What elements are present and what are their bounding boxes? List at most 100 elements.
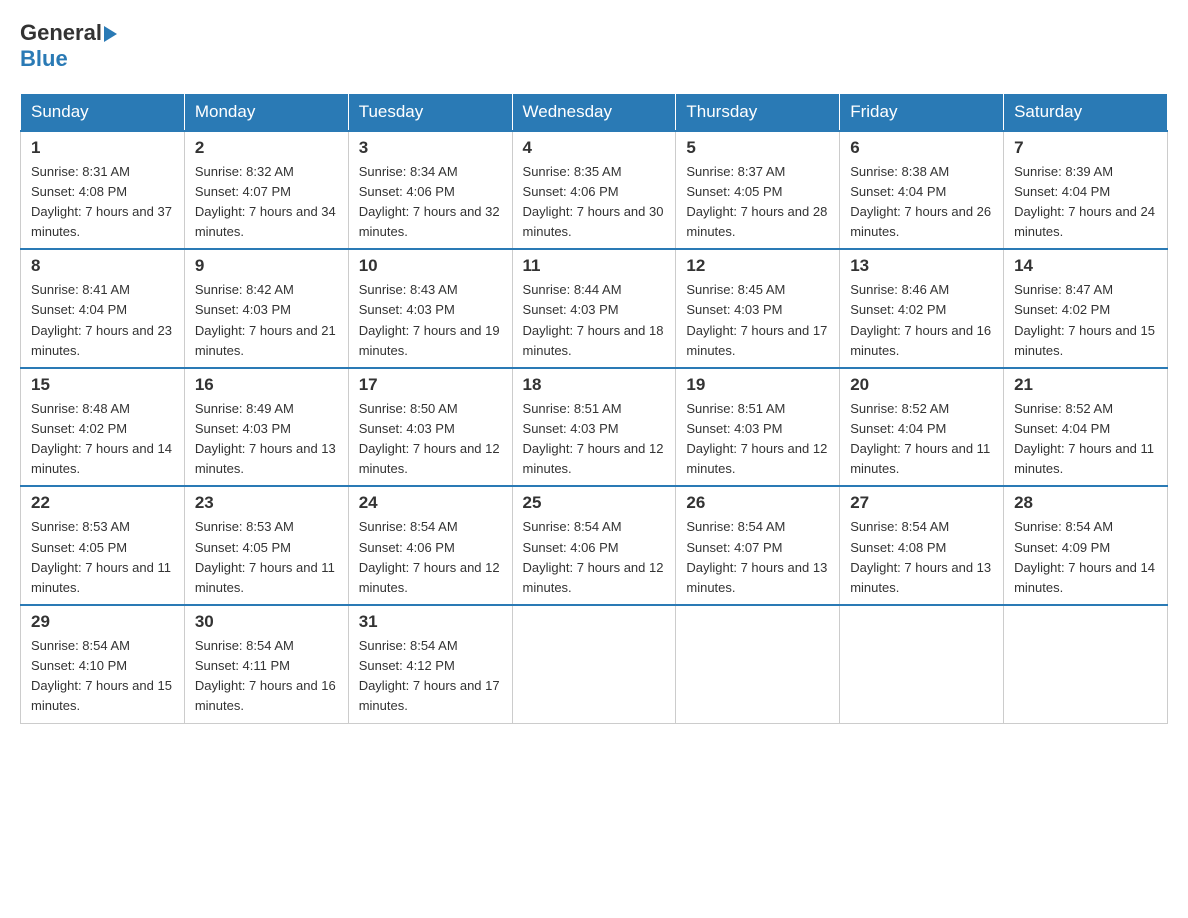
calendar-cell: 8 Sunrise: 8:41 AM Sunset: 4:04 PM Dayli… <box>21 249 185 368</box>
day-number: 7 <box>1014 138 1157 158</box>
calendar-cell: 26 Sunrise: 8:54 AM Sunset: 4:07 PM Dayl… <box>676 486 840 605</box>
calendar-cell: 15 Sunrise: 8:48 AM Sunset: 4:02 PM Dayl… <box>21 368 185 487</box>
day-number: 28 <box>1014 493 1157 513</box>
day-info: Sunrise: 8:49 AM Sunset: 4:03 PM Dayligh… <box>195 399 338 480</box>
calendar-cell: 14 Sunrise: 8:47 AM Sunset: 4:02 PM Dayl… <box>1004 249 1168 368</box>
day-info: Sunrise: 8:50 AM Sunset: 4:03 PM Dayligh… <box>359 399 502 480</box>
day-number: 25 <box>523 493 666 513</box>
day-info: Sunrise: 8:53 AM Sunset: 4:05 PM Dayligh… <box>31 517 174 598</box>
day-number: 30 <box>195 612 338 632</box>
day-number: 11 <box>523 256 666 276</box>
day-info: Sunrise: 8:38 AM Sunset: 4:04 PM Dayligh… <box>850 162 993 243</box>
calendar-cell <box>676 605 840 723</box>
day-info: Sunrise: 8:39 AM Sunset: 4:04 PM Dayligh… <box>1014 162 1157 243</box>
calendar-cell: 25 Sunrise: 8:54 AM Sunset: 4:06 PM Dayl… <box>512 486 676 605</box>
weekday-header-tuesday: Tuesday <box>348 93 512 131</box>
calendar-cell: 22 Sunrise: 8:53 AM Sunset: 4:05 PM Dayl… <box>21 486 185 605</box>
calendar-cell: 1 Sunrise: 8:31 AM Sunset: 4:08 PM Dayli… <box>21 131 185 250</box>
day-info: Sunrise: 8:31 AM Sunset: 4:08 PM Dayligh… <box>31 162 174 243</box>
calendar-cell: 30 Sunrise: 8:54 AM Sunset: 4:11 PM Dayl… <box>184 605 348 723</box>
day-number: 24 <box>359 493 502 513</box>
day-info: Sunrise: 8:35 AM Sunset: 4:06 PM Dayligh… <box>523 162 666 243</box>
logo-text-blue: Blue <box>20 46 117 72</box>
day-number: 13 <box>850 256 993 276</box>
weekday-header-sunday: Sunday <box>21 93 185 131</box>
day-number: 15 <box>31 375 174 395</box>
calendar-cell: 7 Sunrise: 8:39 AM Sunset: 4:04 PM Dayli… <box>1004 131 1168 250</box>
calendar-cell: 27 Sunrise: 8:54 AM Sunset: 4:08 PM Dayl… <box>840 486 1004 605</box>
day-number: 26 <box>686 493 829 513</box>
day-info: Sunrise: 8:54 AM Sunset: 4:07 PM Dayligh… <box>686 517 829 598</box>
calendar-cell: 21 Sunrise: 8:52 AM Sunset: 4:04 PM Dayl… <box>1004 368 1168 487</box>
day-number: 5 <box>686 138 829 158</box>
calendar-cell: 11 Sunrise: 8:44 AM Sunset: 4:03 PM Dayl… <box>512 249 676 368</box>
day-info: Sunrise: 8:32 AM Sunset: 4:07 PM Dayligh… <box>195 162 338 243</box>
day-info: Sunrise: 8:54 AM Sunset: 4:08 PM Dayligh… <box>850 517 993 598</box>
calendar-cell: 17 Sunrise: 8:50 AM Sunset: 4:03 PM Dayl… <box>348 368 512 487</box>
day-number: 18 <box>523 375 666 395</box>
calendar-week-row: 22 Sunrise: 8:53 AM Sunset: 4:05 PM Dayl… <box>21 486 1168 605</box>
calendar-cell: 18 Sunrise: 8:51 AM Sunset: 4:03 PM Dayl… <box>512 368 676 487</box>
day-number: 3 <box>359 138 502 158</box>
calendar-cell: 9 Sunrise: 8:42 AM Sunset: 4:03 PM Dayli… <box>184 249 348 368</box>
weekday-header-saturday: Saturday <box>1004 93 1168 131</box>
day-info: Sunrise: 8:54 AM Sunset: 4:06 PM Dayligh… <box>523 517 666 598</box>
weekday-header-friday: Friday <box>840 93 1004 131</box>
calendar-cell <box>512 605 676 723</box>
weekday-header-thursday: Thursday <box>676 93 840 131</box>
day-info: Sunrise: 8:52 AM Sunset: 4:04 PM Dayligh… <box>850 399 993 480</box>
day-number: 1 <box>31 138 174 158</box>
page-header: General Blue <box>20 20 1168 73</box>
calendar-cell: 24 Sunrise: 8:54 AM Sunset: 4:06 PM Dayl… <box>348 486 512 605</box>
day-number: 29 <box>31 612 174 632</box>
calendar-cell: 6 Sunrise: 8:38 AM Sunset: 4:04 PM Dayli… <box>840 131 1004 250</box>
day-number: 2 <box>195 138 338 158</box>
day-info: Sunrise: 8:54 AM Sunset: 4:10 PM Dayligh… <box>31 636 174 717</box>
day-number: 17 <box>359 375 502 395</box>
calendar-cell: 4 Sunrise: 8:35 AM Sunset: 4:06 PM Dayli… <box>512 131 676 250</box>
calendar-table: SundayMondayTuesdayWednesdayThursdayFrid… <box>20 93 1168 724</box>
weekday-header-wednesday: Wednesday <box>512 93 676 131</box>
day-info: Sunrise: 8:54 AM Sunset: 4:12 PM Dayligh… <box>359 636 502 717</box>
calendar-week-row: 1 Sunrise: 8:31 AM Sunset: 4:08 PM Dayli… <box>21 131 1168 250</box>
calendar-cell: 10 Sunrise: 8:43 AM Sunset: 4:03 PM Dayl… <box>348 249 512 368</box>
calendar-cell: 5 Sunrise: 8:37 AM Sunset: 4:05 PM Dayli… <box>676 131 840 250</box>
day-number: 27 <box>850 493 993 513</box>
day-info: Sunrise: 8:54 AM Sunset: 4:09 PM Dayligh… <box>1014 517 1157 598</box>
day-number: 10 <box>359 256 502 276</box>
day-info: Sunrise: 8:51 AM Sunset: 4:03 PM Dayligh… <box>523 399 666 480</box>
day-number: 6 <box>850 138 993 158</box>
day-info: Sunrise: 8:46 AM Sunset: 4:02 PM Dayligh… <box>850 280 993 361</box>
calendar-cell: 13 Sunrise: 8:46 AM Sunset: 4:02 PM Dayl… <box>840 249 1004 368</box>
day-number: 20 <box>850 375 993 395</box>
day-info: Sunrise: 8:54 AM Sunset: 4:06 PM Dayligh… <box>359 517 502 598</box>
day-info: Sunrise: 8:45 AM Sunset: 4:03 PM Dayligh… <box>686 280 829 361</box>
day-number: 23 <box>195 493 338 513</box>
calendar-cell <box>840 605 1004 723</box>
day-number: 12 <box>686 256 829 276</box>
calendar-cell: 19 Sunrise: 8:51 AM Sunset: 4:03 PM Dayl… <box>676 368 840 487</box>
day-number: 16 <box>195 375 338 395</box>
day-number: 31 <box>359 612 502 632</box>
day-number: 19 <box>686 375 829 395</box>
weekday-header-monday: Monday <box>184 93 348 131</box>
day-number: 22 <box>31 493 174 513</box>
day-info: Sunrise: 8:51 AM Sunset: 4:03 PM Dayligh… <box>686 399 829 480</box>
day-info: Sunrise: 8:54 AM Sunset: 4:11 PM Dayligh… <box>195 636 338 717</box>
calendar-week-row: 15 Sunrise: 8:48 AM Sunset: 4:02 PM Dayl… <box>21 368 1168 487</box>
day-info: Sunrise: 8:41 AM Sunset: 4:04 PM Dayligh… <box>31 280 174 361</box>
day-info: Sunrise: 8:53 AM Sunset: 4:05 PM Dayligh… <box>195 517 338 598</box>
day-number: 9 <box>195 256 338 276</box>
day-number: 14 <box>1014 256 1157 276</box>
day-number: 8 <box>31 256 174 276</box>
weekday-header-row: SundayMondayTuesdayWednesdayThursdayFrid… <box>21 93 1168 131</box>
day-number: 21 <box>1014 375 1157 395</box>
day-info: Sunrise: 8:44 AM Sunset: 4:03 PM Dayligh… <box>523 280 666 361</box>
day-info: Sunrise: 8:48 AM Sunset: 4:02 PM Dayligh… <box>31 399 174 480</box>
logo-text-general: General <box>20 20 102 46</box>
calendar-cell: 3 Sunrise: 8:34 AM Sunset: 4:06 PM Dayli… <box>348 131 512 250</box>
logo: General Blue <box>20 20 117 73</box>
calendar-cell <box>1004 605 1168 723</box>
calendar-week-row: 29 Sunrise: 8:54 AM Sunset: 4:10 PM Dayl… <box>21 605 1168 723</box>
day-info: Sunrise: 8:43 AM Sunset: 4:03 PM Dayligh… <box>359 280 502 361</box>
